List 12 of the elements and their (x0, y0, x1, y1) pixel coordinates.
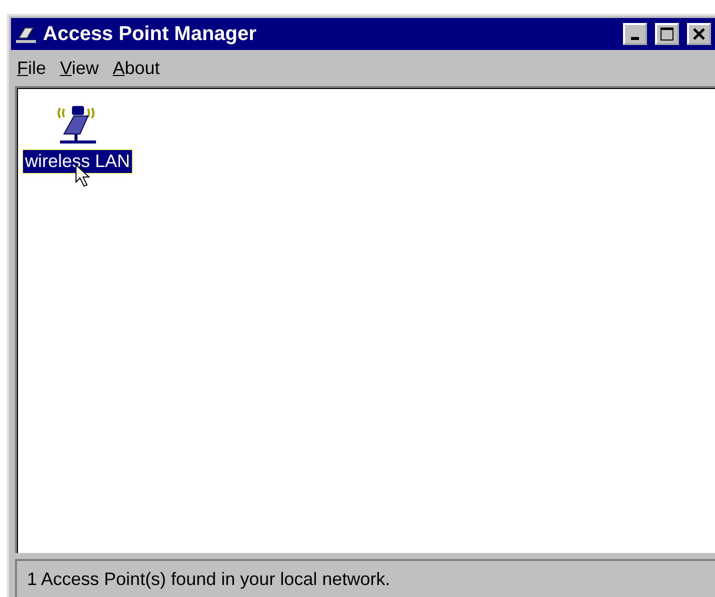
close-button[interactable] (687, 23, 711, 45)
menu-item[interactable]: View (60, 58, 99, 78)
window-title: Access Point Manager (43, 22, 258, 46)
maximize-button[interactable] (655, 23, 679, 45)
minimize-icon (631, 36, 639, 40)
status-text: 1 Access Point(s) found in your local network. (27, 568, 390, 590)
item-label[interactable]: wireless LAN (23, 150, 132, 173)
menu-item[interactable]: About (112, 58, 160, 78)
menu-item[interactable]: File (17, 58, 46, 78)
close-icon (692, 27, 706, 41)
maximize-icon (660, 27, 674, 41)
minimize-button[interactable] (623, 23, 647, 45)
